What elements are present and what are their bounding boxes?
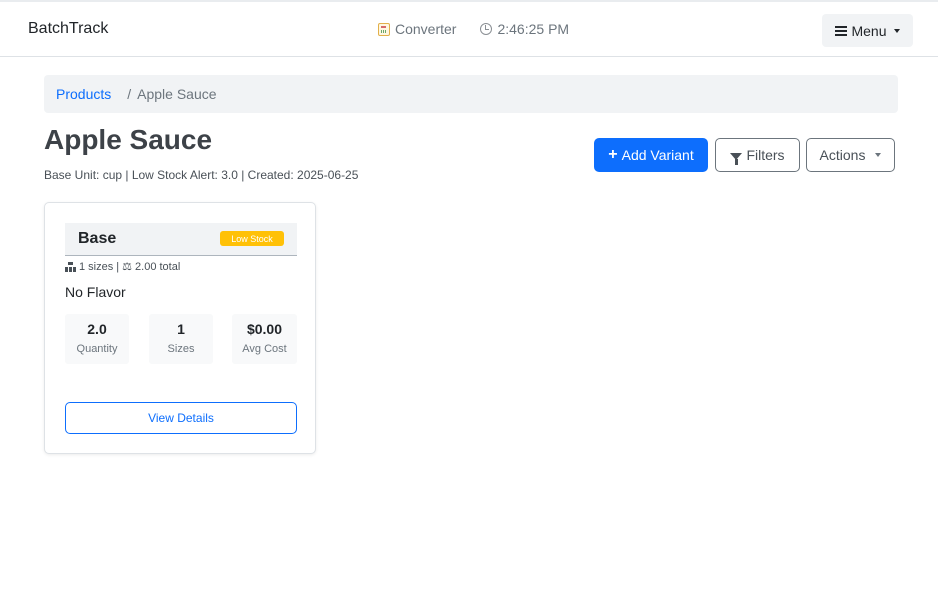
- chevron-down-icon: [893, 28, 900, 33]
- stat-sizes: 1 Sizes: [149, 314, 213, 364]
- stat-label: Avg Cost: [242, 343, 287, 355]
- variant-card: Base Low Stock 1 sizes | ⚖ 2.00 total No…: [44, 202, 316, 454]
- menu-label: Menu: [851, 22, 887, 39]
- variant-name: Base: [78, 230, 117, 247]
- stat-label: Quantity: [76, 343, 118, 355]
- calculator-icon: [378, 22, 390, 36]
- clock-display: 2:46:25 PM: [480, 21, 569, 37]
- hamburger-icon: [835, 25, 848, 36]
- low-stock-badge: Low Stock: [220, 231, 284, 246]
- filters-button[interactable]: Filters: [715, 138, 800, 172]
- add-variant-button[interactable]: + Add Variant: [594, 138, 708, 172]
- breadcrumb-separator: /: [127, 86, 132, 102]
- menu-button[interactable]: Menu: [822, 14, 913, 47]
- total-summary: 2.00 total: [135, 260, 181, 273]
- actions-dropdown-button[interactable]: Actions: [806, 138, 895, 172]
- clock-icon: [480, 23, 493, 35]
- converter-link[interactable]: Converter: [378, 21, 456, 37]
- top-navbar: BatchTrack Converter 2:46:25 PM Menu: [0, 0, 938, 57]
- variant-summary: 1 sizes | ⚖ 2.00 total: [65, 260, 180, 273]
- converter-label: Converter: [395, 21, 457, 37]
- breadcrumb-products-link[interactable]: Products: [56, 86, 111, 102]
- filters-label: Filters: [746, 147, 785, 163]
- add-variant-label: Add Variant: [621, 147, 694, 163]
- filter-icon: [730, 152, 743, 165]
- scale-icon: ⚖: [122, 261, 133, 273]
- current-time: 2:46:25 PM: [497, 21, 570, 37]
- stat-avg-cost: $0.00 Avg Cost: [232, 314, 297, 364]
- actions-label: Actions: [819, 147, 866, 163]
- variant-flavor: No Flavor: [65, 284, 126, 300]
- product-meta: Base Unit: cup | Low Stock Alert: 3.0 | …: [44, 168, 359, 182]
- sizes-icon: [65, 261, 76, 272]
- breadcrumb-current: Apple Sauce: [137, 86, 217, 102]
- chevron-down-icon: [875, 153, 882, 157]
- stat-quantity: 2.0 Quantity: [65, 314, 129, 364]
- stat-label: Sizes: [167, 343, 195, 355]
- stat-value: 2.0: [87, 321, 107, 337]
- navbar-center: Converter 2:46:25 PM: [378, 21, 569, 37]
- variant-card-header: Base Low Stock: [65, 223, 297, 256]
- stat-value: $0.00: [246, 321, 283, 337]
- brand-link[interactable]: BatchTrack: [28, 20, 108, 38]
- sizes-summary: 1 sizes |: [79, 260, 120, 273]
- stat-value: 1: [177, 321, 185, 337]
- plus-icon: +: [608, 146, 618, 163]
- breadcrumb: Products / Apple Sauce: [44, 75, 898, 113]
- view-details-button[interactable]: View Details: [65, 402, 297, 434]
- page-title: Apple Sauce: [44, 124, 213, 155]
